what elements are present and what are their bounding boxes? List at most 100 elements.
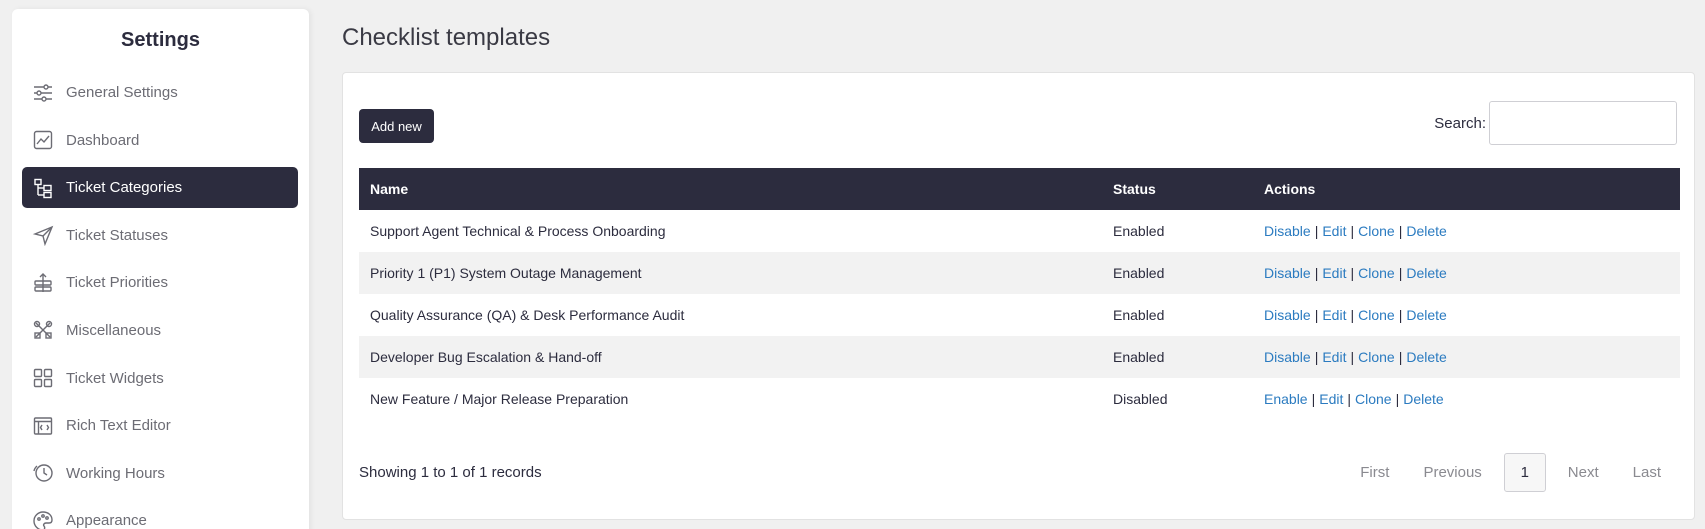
- table-header-row: Name Status Actions: [359, 168, 1680, 210]
- settings-menu: General Settings Dashboard Ticket Catego…: [22, 72, 298, 529]
- action-separator: |: [1395, 391, 1400, 407]
- template-name: Support Agent Technical & Process Onboar…: [370, 223, 666, 239]
- sidebar-item-label: Working Hours: [66, 464, 165, 482]
- clone-link[interactable]: Clone: [1358, 223, 1395, 239]
- sidebar-item-ticket-priorities[interactable]: Ticket Priorities: [22, 262, 298, 303]
- pager-current-page[interactable]: 1: [1503, 453, 1546, 492]
- sidebar-item-label: General Settings: [66, 84, 178, 101]
- sidebar-item-label: Ticket Categories: [66, 179, 183, 197]
- action-separator: |: [1347, 391, 1351, 407]
- sliders-icon: [32, 82, 54, 104]
- clone-link[interactable]: Clone: [1358, 307, 1395, 323]
- template-name: New Feature / Major Release Preparation: [370, 391, 629, 407]
- sidebar-title: Settings: [121, 29, 200, 51]
- tree-icon: [32, 177, 54, 199]
- settings-sidebar: Settings General Settings Dashboard Tick…: [12, 9, 309, 529]
- delete-link[interactable]: Delete: [1406, 307, 1446, 323]
- action-separator: |: [1398, 349, 1403, 365]
- template-name: Quality Assurance (QA) & Desk Performanc…: [370, 307, 685, 323]
- sidebar-item-ticket-statuses[interactable]: Ticket Statuses: [22, 215, 298, 256]
- template-status: Enabled: [1113, 223, 1165, 239]
- action-separator: |: [1398, 223, 1403, 239]
- code-icon: [32, 415, 54, 437]
- search-label: Search:: [1434, 114, 1486, 132]
- action-separator: |: [1314, 265, 1319, 281]
- table-row: Quality Assurance (QA) & Desk Performanc…: [359, 294, 1680, 336]
- action-separator: |: [1314, 307, 1319, 323]
- sidebar-item-dashboard[interactable]: Dashboard: [22, 120, 298, 161]
- action-separator: |: [1314, 349, 1319, 365]
- sidebar-item-label: Ticket Widgets: [66, 369, 164, 387]
- sidebar-item-label: Dashboard: [66, 131, 140, 149]
- clone-link[interactable]: Clone: [1358, 349, 1395, 365]
- action-separator: |: [1398, 265, 1403, 281]
- search-box: Search:: [1434, 101, 1677, 145]
- template-status: Enabled: [1102, 336, 1253, 378]
- pager-previous[interactable]: Previous: [1406, 464, 1498, 481]
- templates-card: Add new Search: Name Status Actions Supp…: [342, 72, 1695, 520]
- row-actions: Disable | Edit | Clone | Delete: [1253, 252, 1680, 294]
- delete-link[interactable]: Delete: [1406, 265, 1446, 281]
- templates-table: Name Status Actions Support Agent Techni…: [359, 168, 1680, 420]
- template-name: Priority 1 (P1) System Outage Management: [359, 252, 1102, 294]
- sidebar-item-miscellaneous[interactable]: Miscellaneous: [22, 310, 298, 351]
- sidebar-item-working-hours[interactable]: Working Hours: [22, 453, 298, 494]
- sidebar-item-general-settings[interactable]: General Settings: [22, 72, 298, 113]
- column-header-actions: Actions: [1253, 168, 1680, 210]
- sidebar-item-label: Rich Text Editor: [66, 417, 171, 435]
- action-separator: |: [1350, 349, 1355, 365]
- row-actions: Disable | Edit | Clone | Delete: [1253, 336, 1680, 378]
- column-header-name[interactable]: Name: [359, 168, 1102, 210]
- clock-icon: [32, 462, 54, 484]
- delete-link[interactable]: Delete: [1406, 223, 1446, 239]
- sidebar-item-ticket-widgets[interactable]: Ticket Widgets: [22, 358, 298, 399]
- chart-icon: [32, 129, 54, 151]
- clone-link[interactable]: Clone: [1355, 391, 1392, 407]
- toggle-link[interactable]: Disable: [1264, 349, 1311, 365]
- edit-link[interactable]: Edit: [1322, 349, 1346, 365]
- add-new-button[interactable]: Add new: [359, 109, 434, 143]
- edit-link[interactable]: Edit: [1319, 391, 1343, 407]
- delete-link[interactable]: Delete: [1406, 349, 1446, 365]
- pager-last[interactable]: Last: [1616, 464, 1678, 481]
- records-info: Showing 1 to 1 of 1 records: [359, 464, 542, 481]
- action-separator: |: [1398, 307, 1403, 323]
- pager-next[interactable]: Next: [1551, 464, 1616, 481]
- tools-icon: [32, 319, 54, 341]
- sidebar-item-rich-text-editor[interactable]: Rich Text Editor: [22, 405, 298, 446]
- action-separator: |: [1350, 307, 1355, 323]
- toggle-link[interactable]: Disable: [1264, 223, 1311, 239]
- toggle-link[interactable]: Enable: [1264, 391, 1308, 407]
- action-separator: |: [1350, 265, 1355, 281]
- page-title: Checklist templates: [342, 24, 551, 51]
- template-status: Disabled: [1113, 391, 1168, 407]
- row-actions: Disable | Edit | Clone | Delete: [1253, 294, 1680, 336]
- search-input[interactable]: [1489, 101, 1677, 145]
- pager-first[interactable]: First: [1343, 464, 1406, 481]
- sidebar-item-ticket-categories[interactable]: Ticket Categories: [22, 167, 298, 209]
- action-separator: |: [1350, 223, 1355, 239]
- edit-link[interactable]: Edit: [1322, 307, 1346, 323]
- clone-link[interactable]: Clone: [1358, 265, 1395, 281]
- sidebar-item-label: Ticket Statuses: [66, 226, 168, 244]
- column-header-status[interactable]: Status: [1102, 168, 1253, 210]
- palette-icon: [32, 510, 54, 529]
- toggle-link[interactable]: Disable: [1264, 265, 1311, 281]
- delete-link[interactable]: Delete: [1403, 391, 1443, 407]
- row-actions: Disable | Edit | Clone | Delete: [1253, 210, 1680, 252]
- priority-icon: [32, 272, 54, 294]
- table-row: Support Agent Technical & Process Onboar…: [359, 210, 1680, 252]
- template-status: Enabled: [1113, 307, 1165, 323]
- action-separator: |: [1314, 223, 1319, 239]
- table-row: Developer Bug Escalation & Hand-off Enab…: [359, 336, 1680, 378]
- template-status: Enabled: [1102, 252, 1253, 294]
- sidebar-item-label: Ticket Priorities: [66, 274, 168, 292]
- send-icon: [32, 224, 54, 247]
- sidebar-item-appearance[interactable]: Appearance: [22, 500, 298, 529]
- row-actions: Enable | Edit | Clone | Delete: [1253, 378, 1680, 420]
- toggle-link[interactable]: Disable: [1264, 307, 1311, 323]
- action-separator: |: [1311, 391, 1316, 407]
- edit-link[interactable]: Edit: [1322, 223, 1346, 239]
- edit-link[interactable]: Edit: [1322, 265, 1346, 281]
- table-row: New Feature / Major Release Preparation …: [359, 378, 1680, 420]
